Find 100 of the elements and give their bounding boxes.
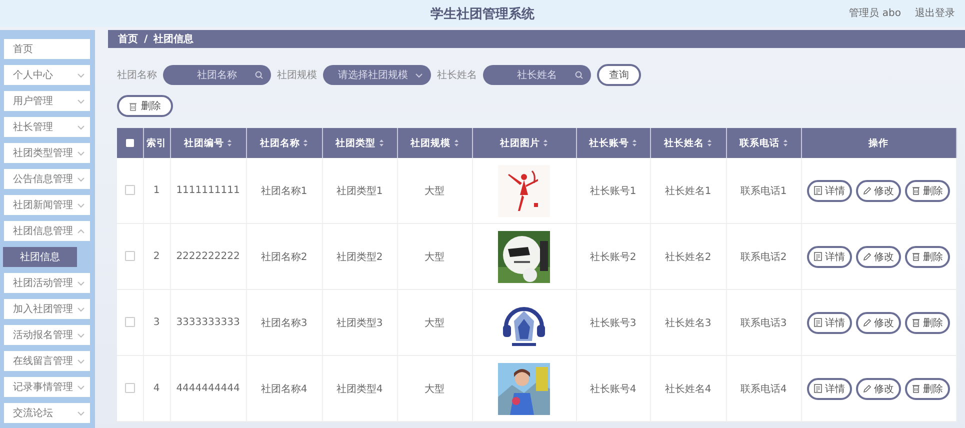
search-field[interactable]: 社长姓名 xyxy=(483,65,591,85)
sort-icon xyxy=(303,139,308,147)
phone-cell: 联系电话1 xyxy=(726,158,801,224)
name-cell: 社团名称1 xyxy=(246,158,322,224)
chevron-icon xyxy=(77,72,85,78)
scale-select[interactable]: 请选择社团规模 xyxy=(323,65,431,85)
sidebar-item[interactable]: 首页 xyxy=(4,39,90,59)
chevron-icon xyxy=(77,358,85,364)
chevron-icon xyxy=(77,306,85,312)
number-cell: 1111111111 xyxy=(170,158,246,224)
sort-icon xyxy=(454,139,458,147)
sidebar-item[interactable]: 社团新闻管理 xyxy=(4,195,90,215)
sort-icon xyxy=(707,139,712,147)
sidebar-item[interactable]: 社团信息管理 xyxy=(4,221,90,241)
column-header[interactable]: 社团编号 xyxy=(170,128,246,158)
row-checkbox[interactable] xyxy=(124,185,135,196)
sidebar-item[interactable]: 公告信息管理 xyxy=(4,169,90,189)
sidebar-item[interactable]: 个人中心 xyxy=(4,65,90,85)
search-icon xyxy=(575,71,583,79)
sidebar-item[interactable]: 社团类型管理 xyxy=(4,143,90,163)
sort-icon xyxy=(543,139,548,147)
document-icon xyxy=(814,384,822,393)
column-header[interactable]: 操作 xyxy=(801,128,956,158)
logout-link[interactable]: 退出登录 xyxy=(915,6,955,20)
document-icon xyxy=(814,318,822,327)
pencil-icon xyxy=(863,252,871,261)
delete-button[interactable]: 删除 xyxy=(905,378,950,400)
chevron-icon xyxy=(77,98,85,104)
edit-button[interactable]: 修改 xyxy=(856,180,901,202)
phone-cell: 联系电话4 xyxy=(726,356,801,422)
filter-label: 社团名称 xyxy=(117,68,157,82)
scale-cell: 大型 xyxy=(397,290,472,356)
column-header[interactable]: 社长姓名 xyxy=(650,128,726,158)
sidebar-item[interactable]: 在线留言管理 xyxy=(4,351,90,371)
filter-label: 社团规模 xyxy=(277,68,317,82)
chevron-icon xyxy=(77,280,85,286)
filter-label: 社长姓名 xyxy=(437,68,477,82)
account-cell: 社长账号4 xyxy=(576,356,650,422)
detail-button[interactable]: 详情 xyxy=(807,180,852,202)
row-checkbox[interactable] xyxy=(124,251,135,262)
chevron-icon xyxy=(77,384,85,390)
edit-button[interactable]: 修改 xyxy=(856,312,901,334)
query-button[interactable]: 查询 xyxy=(597,64,641,86)
sidebar-item[interactable]: 记录事情管理 xyxy=(4,377,90,397)
scale-cell: 大型 xyxy=(397,224,472,290)
breadcrumb-item: / xyxy=(144,34,148,44)
user-label: 管理员 abo xyxy=(849,7,901,20)
breadcrumb-item[interactable]: 首页 xyxy=(118,32,138,46)
manager-cell: 社长姓名3 xyxy=(650,290,726,356)
edit-button[interactable]: 修改 xyxy=(856,378,901,400)
column-header[interactable]: 社团名称 xyxy=(246,128,322,158)
submenu-item[interactable]: 社团信息 xyxy=(3,247,77,267)
sidebar-item[interactable]: 社团活动管理 xyxy=(4,273,90,293)
search-icon xyxy=(255,71,263,79)
sidebar-item[interactable]: 社长管理 xyxy=(4,117,90,137)
detail-button[interactable]: 详情 xyxy=(807,312,852,334)
breadcrumb-item: 社团信息 xyxy=(154,32,194,46)
chevron-icon xyxy=(77,150,85,156)
sidebar-item[interactable]: 用户管理 xyxy=(4,91,90,111)
column-header[interactable]: 社团图片 xyxy=(472,128,576,158)
account-cell: 社长账号1 xyxy=(576,158,650,224)
delete-button[interactable]: 删除 xyxy=(905,246,950,268)
column-header[interactable]: 社长账号 xyxy=(576,128,650,158)
number-cell: 4444444444 xyxy=(170,356,246,422)
account-cell: 社长账号3 xyxy=(576,290,650,356)
phone-cell: 联系电话3 xyxy=(726,290,801,356)
manager-cell: 社长姓名1 xyxy=(650,158,726,224)
delete-button[interactable]: 删除 xyxy=(117,95,173,117)
phone-cell: 联系电话2 xyxy=(726,224,801,290)
manager-cell: 社长姓名4 xyxy=(650,356,726,422)
chevron-icon xyxy=(77,332,85,338)
index-cell: 3 xyxy=(143,290,170,356)
search-field[interactable]: 社团名称 xyxy=(163,65,271,85)
chevron-icon xyxy=(77,124,85,130)
detail-button[interactable]: 详情 xyxy=(807,246,852,268)
column-header[interactable]: 社团类型 xyxy=(322,128,397,158)
trash-icon xyxy=(912,318,920,327)
sort-icon xyxy=(378,139,384,147)
index-cell: 2 xyxy=(143,224,170,290)
pencil-icon xyxy=(863,384,871,393)
document-icon xyxy=(814,186,822,195)
row-checkbox[interactable] xyxy=(124,317,135,328)
name-cell: 社团名称3 xyxy=(246,290,322,356)
column-header[interactable]: 社团规模 xyxy=(397,128,472,158)
sort-icon xyxy=(782,139,788,147)
scale-cell: 大型 xyxy=(397,158,472,224)
edit-button[interactable]: 修改 xyxy=(856,246,901,268)
row-checkbox[interactable] xyxy=(124,383,135,394)
column-header[interactable]: 联系电话 xyxy=(726,128,801,158)
delete-button[interactable]: 删除 xyxy=(905,312,950,334)
sidebar-item[interactable]: 加入社团管理 xyxy=(4,299,90,319)
delete-button[interactable]: 删除 xyxy=(905,180,950,202)
sidebar-item[interactable]: 交流论坛 xyxy=(4,403,90,423)
index-cell: 1 xyxy=(143,158,170,224)
pencil-icon xyxy=(863,186,871,195)
sidebar-item[interactable]: 活动报名管理 xyxy=(4,325,90,345)
column-header[interactable]: 索引 xyxy=(143,128,170,158)
select-all-checkbox[interactable] xyxy=(126,138,134,147)
sort-icon xyxy=(632,139,637,147)
detail-button[interactable]: 详情 xyxy=(807,378,852,400)
